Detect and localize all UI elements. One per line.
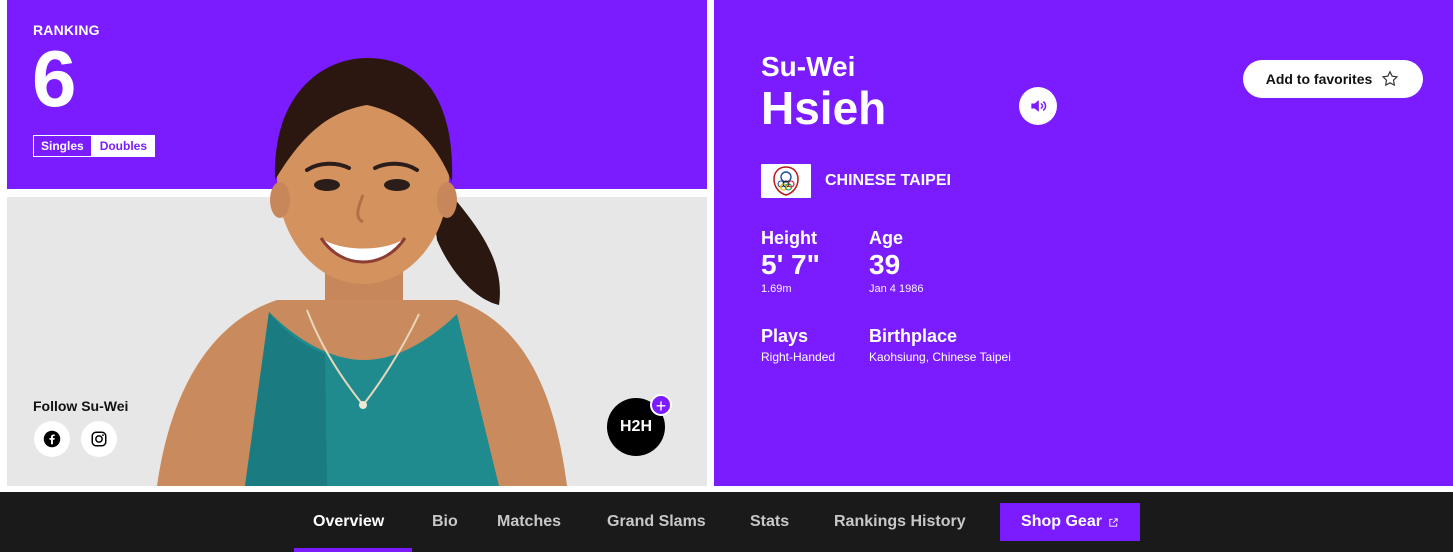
player-info-panel: Su-Wei Hsieh Add to favorites CHINESE TA… <box>714 0 1453 486</box>
flag-icon <box>761 164 811 198</box>
height-stat: Height 5' 7" 1.69m <box>761 228 820 295</box>
tab-grand-slams[interactable]: Grand Slams <box>607 492 706 552</box>
shop-gear-label: Shop Gear <box>1021 513 1102 530</box>
birthdate: Jan 4 1986 <box>869 283 924 296</box>
external-link-icon <box>1109 517 1118 527</box>
player-profile-page: RANKING 6 Singles Doubles Follow Su-Wei … <box>0 0 1453 552</box>
height-value: 5' 7" <box>761 248 820 280</box>
star-icon <box>1382 70 1399 87</box>
ranking-tabs: Singles Doubles <box>33 135 156 157</box>
height-label: Height <box>761 228 817 248</box>
ranking-box: RANKING 6 Singles Doubles <box>7 0 707 189</box>
player-last-name: Hsieh <box>761 82 887 134</box>
profile-nav: Overview Bio Matches Grand Slams Stats R… <box>0 492 1453 552</box>
tab-singles[interactable]: Singles <box>33 135 92 157</box>
h2h-plus-icon[interactable]: + <box>650 394 672 416</box>
pronunciation-button[interactable] <box>1019 87 1057 125</box>
tab-matches[interactable]: Matches <box>497 492 561 552</box>
instagram-icon <box>91 431 107 447</box>
plays-stat: Plays Right-Handed <box>761 326 835 364</box>
ranking-value: 6 <box>32 34 77 123</box>
tab-stats[interactable]: Stats <box>750 492 789 552</box>
age-stat: Age 39 Jan 4 1986 <box>869 228 923 295</box>
age-label: Age <box>869 228 904 248</box>
player-image-panel: RANKING 6 Singles Doubles Follow Su-Wei … <box>7 0 707 486</box>
age-value: 39 <box>869 248 901 280</box>
birthplace-value: Kaohsiung, Chinese Taipei <box>869 349 1011 364</box>
add-to-favorites-button[interactable]: Add to favorites <box>1243 60 1423 98</box>
tab-overview[interactable]: Overview <box>313 492 384 552</box>
country-name: CHINESE TAIPEI <box>825 172 951 189</box>
tab-rankings-history[interactable]: Rankings History <box>834 492 966 552</box>
tab-bio[interactable]: Bio <box>432 492 458 552</box>
plays-label: Plays <box>761 326 809 346</box>
speaker-icon <box>1031 100 1047 112</box>
tab-doubles[interactable]: Doubles <box>91 135 156 157</box>
plays-value: Right-Handed <box>761 349 836 364</box>
facebook-button[interactable] <box>34 421 70 457</box>
facebook-icon <box>43 430 61 448</box>
panel-divider <box>7 189 707 197</box>
follow-label: Follow Su-Wei <box>33 398 129 414</box>
chinese-taipei-flag-icon <box>773 166 799 196</box>
birthplace-stat: Birthplace Kaohsiung, Chinese Taipei <box>869 326 1011 364</box>
active-tab-indicator <box>294 548 412 552</box>
birthplace-label: Birthplace <box>869 326 958 346</box>
height-metric: 1.69m <box>761 283 792 296</box>
add-to-favorites-label: Add to favorites <box>1265 71 1373 87</box>
player-first-name: Su-Wei <box>761 51 856 82</box>
instagram-button[interactable] <box>81 421 117 457</box>
shop-gear-button[interactable]: Shop Gear <box>1000 503 1140 541</box>
